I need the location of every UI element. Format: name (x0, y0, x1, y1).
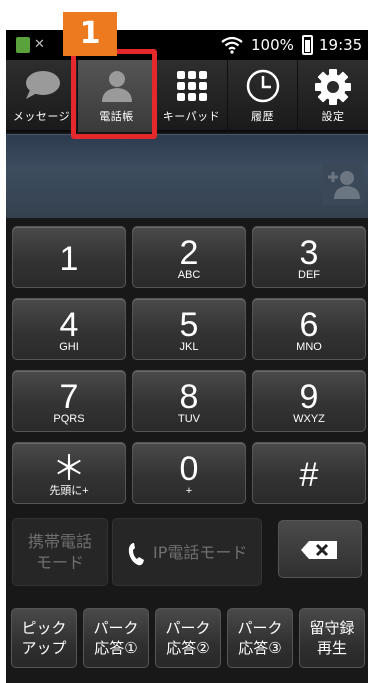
key-3[interactable]: 3 DEF (252, 226, 366, 288)
tab-label: 履歴 (251, 110, 274, 123)
mobile-mode-button[interactable]: 携帯電話 モード (12, 518, 108, 586)
key-letters: 先頭に+ (49, 485, 89, 497)
key-letters: JKL (179, 341, 199, 353)
fkey-line2: 再生 (316, 639, 347, 657)
key-digit: 0 (179, 450, 199, 488)
fkey-line1: 留守録 (309, 619, 355, 637)
fkey-line2: 応答② (166, 639, 210, 657)
key-digit: 7 (59, 378, 79, 416)
keypad-grid-icon (176, 71, 207, 101)
key-letters: DEF (298, 269, 320, 281)
backspace-icon (301, 541, 337, 559)
add-contact-button[interactable] (322, 163, 364, 205)
key-digit: ＊ (52, 450, 86, 488)
key-letters: ABC (177, 269, 201, 281)
step-number-badge: 1 (63, 12, 117, 56)
tab-label: メッセージ (12, 110, 71, 123)
key-digit: 6 (299, 306, 319, 344)
mobile-mode-line1: 携帯電話 (27, 532, 92, 551)
battery-percent: 100% (251, 36, 294, 54)
key-digit: 8 (179, 378, 199, 416)
park-answer-3-button[interactable]: パーク 応答③ (227, 608, 293, 668)
key-digit: 5 (179, 306, 199, 344)
notification-icon: ✕ (34, 37, 45, 52)
key-star[interactable]: ＊ 先頭に+ (12, 442, 126, 504)
battery-icon (302, 35, 313, 55)
park-answer-2-button[interactable]: パーク 応答② (155, 608, 221, 668)
key-8[interactable]: 8 TUV (132, 370, 246, 432)
key-2[interactable]: 2 ABC (132, 226, 246, 288)
key-9[interactable]: 9 WXYZ (252, 370, 366, 432)
fkey-line2: アップ (21, 639, 67, 657)
key-letters: TUV (178, 413, 200, 425)
key-letters: + (185, 485, 193, 497)
backspace-button[interactable] (278, 520, 362, 578)
ip-mode-button[interactable]: IP電話モード (112, 518, 262, 586)
status-bar: ✕ 100% 19:35 (6, 30, 368, 60)
fkey-line1: パーク (93, 619, 139, 637)
tab-label: 設定 (321, 110, 345, 123)
voicemail-play-button[interactable]: 留守録 再生 (299, 608, 365, 668)
key-digit: 1 (59, 240, 79, 278)
mobile-mode-line2: モード (35, 553, 84, 572)
app-notification-icon (16, 37, 30, 53)
tab-history[interactable]: 履歴 (228, 60, 298, 132)
key-letters: WXYZ (293, 413, 325, 425)
key-digit: 3 (299, 234, 319, 272)
tab-settings[interactable]: 設定 (298, 60, 368, 132)
key-4[interactable]: 4 GHI (12, 298, 126, 360)
key-digit: 9 (299, 378, 319, 416)
number-display[interactable] (6, 134, 368, 218)
park-answer-1-button[interactable]: パーク 応答① (83, 608, 149, 668)
gear-icon (315, 69, 351, 105)
fkey-line2: 応答① (94, 639, 138, 657)
fkey-line1: ピック (21, 619, 67, 637)
clock-icon (246, 69, 279, 103)
phone-screen: ✕ 100% 19:35 メッセージ 電話帳 キーパッド 履歴 設定 1 2 A… (6, 30, 368, 683)
key-letters: PQRS (53, 413, 85, 425)
highlight-box (71, 49, 157, 139)
speech-bubble-icon (25, 71, 60, 99)
ip-mode-label: IP電話モード (153, 543, 248, 562)
wifi-icon (221, 36, 243, 54)
key-digit: # (299, 456, 319, 494)
key-letters: MNO (296, 341, 322, 353)
tab-bar: メッセージ 電話帳 キーパッド 履歴 設定 (6, 60, 368, 132)
tab-keypad[interactable]: キーパッド (156, 60, 228, 132)
key-letters: GHI (59, 341, 79, 353)
key-7[interactable]: 7 PQRS (12, 370, 126, 432)
key-digit: 4 (59, 306, 79, 344)
key-5[interactable]: 5 JKL (132, 298, 246, 360)
clock-time: 19:35 (319, 36, 363, 54)
key-0[interactable]: 0 + (132, 442, 246, 504)
key-digit: 2 (179, 234, 199, 272)
key-1[interactable]: 1 (12, 226, 126, 288)
keypad: 1 2 ABC 3 DEF 4 GHI 5 JKL 6 MNO 7 PQRS 8… (6, 218, 368, 683)
add-contact-icon (328, 171, 360, 199)
pickup-button[interactable]: ピック アップ (11, 608, 77, 668)
fkey-line1: パーク (165, 619, 211, 637)
fkey-line2: 応答③ (238, 639, 282, 657)
tab-messages[interactable]: メッセージ (6, 60, 78, 132)
fkey-line1: パーク (237, 619, 283, 637)
tab-label: キーパッド (162, 110, 221, 123)
key-hash[interactable]: # (252, 442, 366, 504)
handset-icon (128, 542, 144, 565)
key-6[interactable]: 6 MNO (252, 298, 366, 360)
